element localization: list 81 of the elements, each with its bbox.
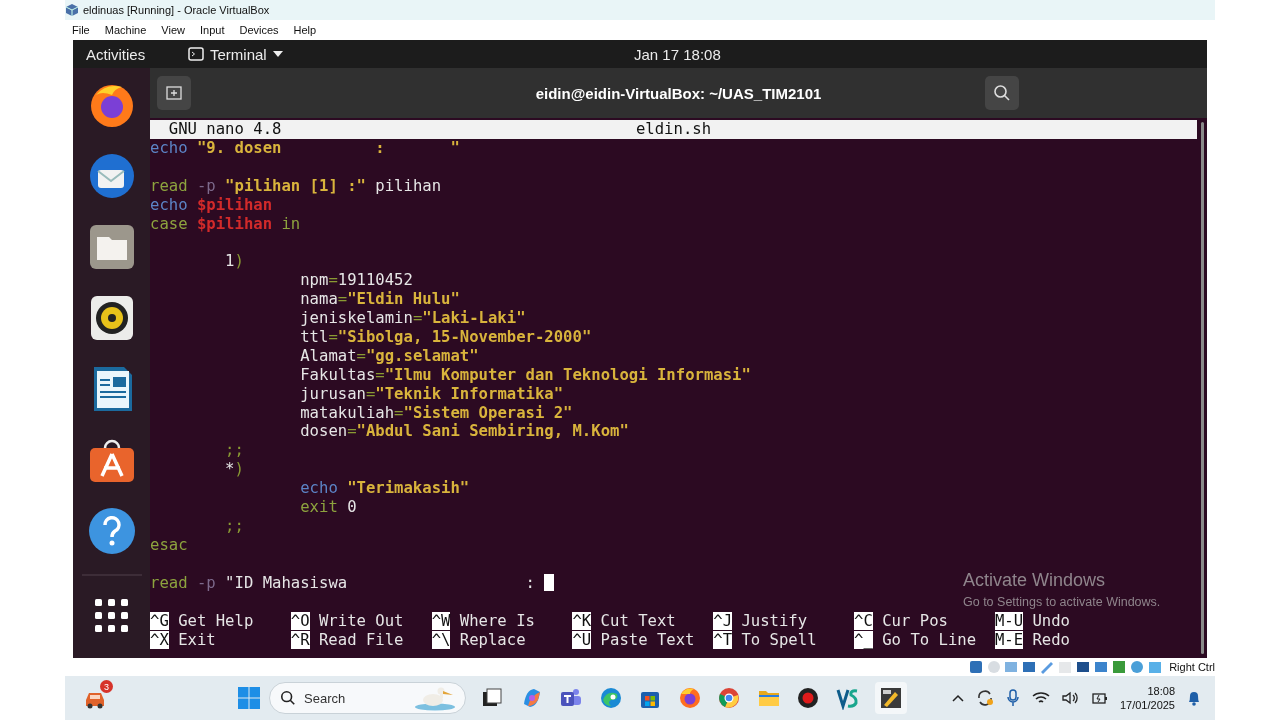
microphone-icon[interactable] (1005, 689, 1020, 707)
menu-item[interactable]: File (72, 24, 90, 36)
cube-icon (65, 3, 79, 17)
code-line: ttl="Sibolga, 15-November-2000" (299, 327, 593, 347)
editor-version: GNU nano 4.8 (167, 120, 283, 139)
code-line: echo "9. dosen : " (150, 138, 461, 158)
bird-drawing (413, 685, 457, 711)
code-line: jurusan="Teknik Informatika" (299, 384, 565, 404)
volume-icon[interactable] (1061, 691, 1080, 705)
circle-icon[interactable] (717, 686, 741, 710)
code-line: jeniskelamin="Laki-Laki" (299, 309, 527, 328)
window-title: eldinuas [Running] - Oracle VirtualBox (83, 4, 270, 16)
taskbar-time[interactable]: 18:08 (1147, 685, 1175, 697)
menu-item[interactable]: Machine (104, 24, 147, 36)
folder-icon[interactable] (87, 223, 136, 271)
menu-item[interactable]: View (161, 24, 185, 36)
code-line: case $pilihan in (150, 214, 302, 234)
dropdown-caret-icon (272, 51, 283, 57)
code-line: ;; (224, 517, 245, 536)
shortcut-hint: ^U Paste Text (572, 631, 696, 650)
new-tab-button[interactable] (157, 76, 191, 110)
taskbar-date[interactable]: 17/01/2025 (1119, 699, 1175, 711)
code-line: Alamat="gg.selamat" (299, 346, 480, 366)
code-line: nama="Eldin Hulu" (299, 290, 461, 310)
terminal-icon (188, 47, 204, 61)
shortcut-hint: ^X Exit (150, 631, 217, 650)
notification-badge: 3 (100, 680, 113, 693)
clock[interactable]: Jan 17 18:08 (634, 45, 1207, 63)
host-key-label: Right Ctrl (1169, 661, 1215, 673)
shortcut-hint: M-E Redo (994, 631, 1071, 650)
add-tab-icon (166, 85, 182, 101)
shortcut-hint: ^_ Go To Line (854, 631, 978, 650)
bell-icon[interactable] (1187, 690, 1201, 706)
mail-icon[interactable] (87, 152, 136, 200)
file-name: eldin.sh (635, 120, 712, 139)
app-grid-icon[interactable] (94, 599, 129, 633)
menu-item[interactable]: Devices (239, 24, 279, 36)
code-line: 1) (224, 252, 245, 272)
chevron-up-icon[interactable] (951, 694, 964, 702)
battery-icon[interactable] (1091, 691, 1108, 705)
activation-notice-text: Go to Settings to activate Windows. (963, 595, 1161, 609)
code-line: ;; (224, 441, 245, 461)
shortcut-hint: M-U Undo (994, 612, 1071, 632)
search-field[interactable]: Search (269, 682, 466, 714)
code-line: Fakultas="Ilmu Komputer dan Teknologi Informasi" (299, 365, 752, 385)
shortcut-hint: ^J Justify (713, 612, 809, 632)
code-line: dosen="Abdul Sani Sembiring, M.Kom" (299, 422, 630, 442)
shortcut-hint: ^R Read File (290, 631, 405, 650)
search-button[interactable] (985, 76, 1019, 110)
shortcut-hint: ^G Get Help (150, 612, 255, 632)
shortcut-hint: ^T To Spell (713, 631, 818, 650)
code-line: echo $pilihan (150, 195, 274, 215)
menu-item[interactable]: Help (293, 24, 317, 36)
record-icon[interactable] (796, 686, 820, 710)
code-line: echo "Terimakasih" (299, 479, 471, 499)
app-menu[interactable]: Terminal (188, 45, 634, 63)
globe-icon[interactable] (677, 686, 702, 710)
wifi-icon[interactable] (1031, 691, 1050, 705)
code-line: read -p "pilihan [1] :" pilihan (150, 176, 443, 196)
search-icon (993, 84, 1011, 102)
code-line: npm=19110452 (299, 271, 414, 291)
code-line: matakuliah="Sistem Operasi 2" (299, 403, 574, 423)
shortcut-hint: ^C Cur Pos (854, 612, 949, 632)
menu-item[interactable]: Input (199, 24, 225, 36)
terminal-title: eidin@eidin-VirtualBox: ~/UAS_TIM2101 (535, 84, 822, 102)
sync-icon[interactable] (975, 689, 994, 707)
shortcut-hint: ^O Write Out (290, 612, 405, 632)
scrollbar[interactable] (1200, 122, 1204, 654)
activation-notice-title: Activate Windows (963, 570, 1107, 591)
swirl-icon[interactable] (598, 686, 623, 710)
search-icon (280, 690, 296, 706)
activities-button[interactable]: Activities (73, 45, 188, 63)
cube-app-button[interactable] (875, 682, 907, 714)
help-icon[interactable] (87, 507, 136, 555)
code-line: *) (224, 460, 245, 480)
code-line: exit 0 (299, 498, 358, 517)
letters-logo-icon[interactable] (835, 686, 860, 710)
start-button[interactable] (237, 686, 261, 710)
shortcut-hint: ^\ Replace (431, 631, 527, 650)
code-line: esac (150, 535, 189, 555)
shortcut-hint: ^K Cut Text (572, 612, 677, 632)
